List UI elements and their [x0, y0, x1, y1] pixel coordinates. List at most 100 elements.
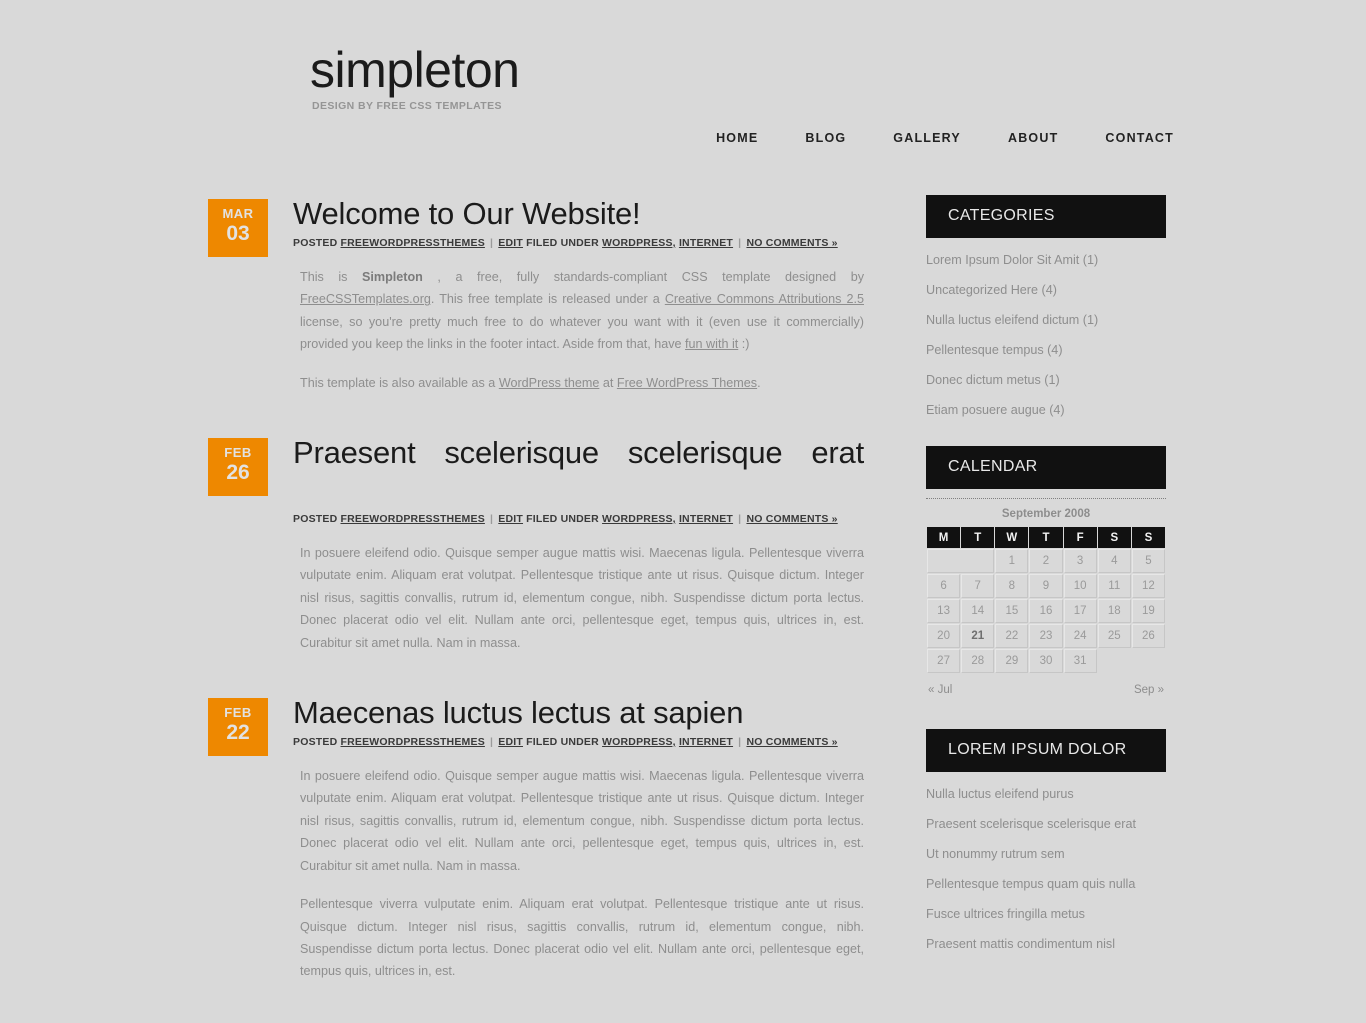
meta-category-internet-link[interactable]: INTERNET — [679, 513, 733, 525]
calendar-day-cell[interactable]: 1 — [995, 549, 1029, 573]
meta-edit-link[interactable]: EDIT — [498, 513, 523, 525]
calendar-day-cell[interactable]: 11 — [1097, 574, 1131, 598]
lorem-item-link[interactable]: Pellentesque tempus quam quis nulla — [926, 877, 1135, 891]
nav-link-gallery[interactable]: GALLERY — [893, 131, 961, 145]
calendar-day-cell[interactable]: 17 — [1063, 599, 1097, 623]
calendar-empty-cell — [1098, 649, 1165, 673]
meta-comments-link[interactable]: NO COMMENTS » — [746, 736, 837, 748]
meta-author-link[interactable]: FREEWORDPRESSTHEMES — [341, 513, 485, 525]
nav-link-about[interactable]: ABOUT — [1008, 131, 1058, 145]
calendar-day-cell[interactable]: 31 — [1063, 649, 1097, 673]
post-meta: POSTED FREEWORDPRESSTHEMES | EDIT FILED … — [293, 236, 864, 250]
inline-link[interactable]: Creative Commons Attributions 2.5 — [665, 292, 864, 306]
lorem-item-link[interactable]: Praesent scelerisque scelerisque erat — [926, 817, 1136, 831]
calendar-nav-spacer — [1029, 674, 1062, 700]
nav-link-contact[interactable]: CONTACT — [1105, 131, 1174, 145]
calendar-weekday-header: M — [927, 527, 961, 548]
calendar-day-cell[interactable]: 21 — [961, 624, 995, 648]
list-item: Ut nonummy rutrum sem — [926, 846, 1166, 862]
category-link[interactable]: Nulla luctus eleifend dictum (1) — [926, 313, 1098, 327]
calendar-day-cell[interactable]: 29 — [995, 649, 1029, 673]
meta-category-wordpress-link[interactable]: WORDPRESS, — [602, 513, 676, 525]
list-item: Fusce ultrices fringilla metus — [926, 906, 1166, 922]
meta-category-internet-link[interactable]: INTERNET — [679, 736, 733, 748]
calendar-day-cell[interactable]: 2 — [1029, 549, 1063, 573]
calendar-prev-month-link[interactable]: « Jul — [928, 684, 952, 696]
calendar-day-cell[interactable]: 13 — [927, 599, 961, 623]
inline-link[interactable]: FreeCSSTemplates.org — [300, 292, 431, 306]
calendar-day-cell[interactable]: 26 — [1131, 624, 1165, 648]
meta-edit-link[interactable]: EDIT — [498, 237, 523, 249]
calendar-day-cell[interactable]: 23 — [1029, 624, 1063, 648]
post-meta: POSTED FREEWORDPRESSTHEMES | EDIT FILED … — [293, 512, 864, 526]
calendar-day-cell[interactable]: 12 — [1131, 574, 1165, 598]
nav-item: HOME — [716, 129, 758, 147]
inline-link[interactable]: Free WordPress Themes — [617, 376, 757, 390]
calendar-day-cell[interactable]: 10 — [1063, 574, 1097, 598]
post-body: In posuere eleifend odio. Quisque semper… — [293, 542, 864, 654]
calendar-next-month-link[interactable]: Sep » — [1134, 684, 1164, 696]
calendar-day-cell[interactable]: 30 — [1029, 649, 1063, 673]
meta-category-internet-link[interactable]: INTERNET — [679, 237, 733, 249]
inline-link[interactable]: fun with it — [685, 337, 738, 351]
calendar-day-cell[interactable]: 15 — [995, 599, 1029, 623]
calendar-day-cell[interactable]: 5 — [1131, 549, 1165, 573]
meta-category-wordpress-link[interactable]: WORDPRESS, — [602, 736, 676, 748]
meta-separator: | — [490, 513, 494, 526]
meta-author-link[interactable]: FREEWORDPRESSTHEMES — [341, 736, 485, 748]
post-body: This is Simpleton , a free, fully standa… — [293, 266, 864, 394]
site-logo[interactable]: simpleton — [310, 44, 1366, 96]
category-link[interactable]: Lorem Ipsum Dolor Sit Amit (1) — [926, 253, 1098, 267]
widget-categories-title: CATEGORIES — [926, 195, 1166, 238]
post-paragraph: In posuere eleifend odio. Quisque semper… — [300, 546, 864, 650]
meta-separator: | — [738, 237, 742, 249]
calendar-day-cell[interactable]: 16 — [1029, 599, 1063, 623]
post-date-day: 26 — [226, 461, 250, 485]
lorem-list: Nulla luctus eleifend purus Praesent scel… — [926, 786, 1166, 952]
nav-item: BLOG — [805, 129, 846, 147]
calendar-day-cell[interactable]: 19 — [1131, 599, 1165, 623]
site-header: simpleton DESIGN BY FREE CSS TEMPLATES H… — [0, 0, 1366, 147]
calendar-day-cell[interactable]: 27 — [927, 649, 961, 673]
calendar-day-cell[interactable]: 4 — [1097, 549, 1131, 573]
calendar-day-cell[interactable]: 14 — [961, 599, 995, 623]
post-title[interactable]: Welcome to Our Website! — [293, 195, 864, 232]
lorem-item-link[interactable]: Ut nonummy rutrum sem — [926, 847, 1065, 861]
calendar-day-cell[interactable]: 9 — [1029, 574, 1063, 598]
post-title[interactable]: Maecenas luctus lectus at sapien — [293, 694, 864, 731]
calendar-day-cell[interactable]: 20 — [927, 624, 961, 648]
nav-link-home[interactable]: HOME — [716, 131, 758, 145]
calendar-day-cell[interactable]: 22 — [995, 624, 1029, 648]
calendar-day-cell[interactable]: 8 — [995, 574, 1029, 598]
calendar-day-cell[interactable]: 18 — [1097, 599, 1131, 623]
meta-category-wordpress-link[interactable]: WORDPRESS, — [602, 237, 676, 249]
calendar-week-row: 12345 — [927, 549, 1165, 573]
blog-post: MAR 03 Welcome to Our Website! POSTED FREEW… — [208, 195, 864, 394]
meta-author-link[interactable]: FREEWORDPRESSTHEMES — [341, 237, 485, 249]
branding: simpleton DESIGN BY FREE CSS TEMPLATES — [310, 44, 1366, 112]
calendar-day-cell[interactable]: 28 — [961, 649, 995, 673]
calendar-day-cell[interactable]: 25 — [1097, 624, 1131, 648]
calendar-day-cell[interactable]: 3 — [1063, 549, 1097, 573]
meta-comments-link[interactable]: NO COMMENTS » — [746, 513, 837, 525]
category-link[interactable]: Etiam posuere augue (4) — [926, 403, 1065, 417]
calendar-next-cell: Sep » — [1064, 674, 1165, 700]
calendar-day-cell[interactable]: 7 — [961, 574, 995, 598]
lorem-item-link[interactable]: Nulla luctus eleifend purus — [926, 787, 1074, 801]
post-title[interactable]: Praesent scelerisque scelerisque erat — [293, 434, 864, 508]
calendar-weekday-header: W — [995, 527, 1029, 548]
nav-link-blog[interactable]: BLOG — [805, 131, 846, 145]
category-link[interactable]: Pellentesque tempus (4) — [926, 343, 1063, 357]
category-link[interactable]: Uncategorized Here (4) — [926, 283, 1057, 297]
calendar-day-cell[interactable]: 6 — [927, 574, 961, 598]
lorem-item-link[interactable]: Praesent mattis condimentum nisl — [926, 937, 1115, 951]
widget-lorem-title: LOREM IPSUM DOLOR — [926, 729, 1166, 772]
lorem-item-link[interactable]: Fusce ultrices fringilla metus — [926, 907, 1085, 921]
meta-separator: | — [738, 736, 742, 749]
categories-list: Lorem Ipsum Dolor Sit Amit (1) Uncategori… — [926, 252, 1166, 418]
meta-comments-link[interactable]: NO COMMENTS » — [746, 237, 837, 249]
category-link[interactable]: Donec dictum metus (1) — [926, 373, 1060, 387]
meta-edit-link[interactable]: EDIT — [498, 736, 523, 748]
inline-link[interactable]: WordPress theme — [499, 376, 600, 390]
calendar-day-cell[interactable]: 24 — [1063, 624, 1097, 648]
